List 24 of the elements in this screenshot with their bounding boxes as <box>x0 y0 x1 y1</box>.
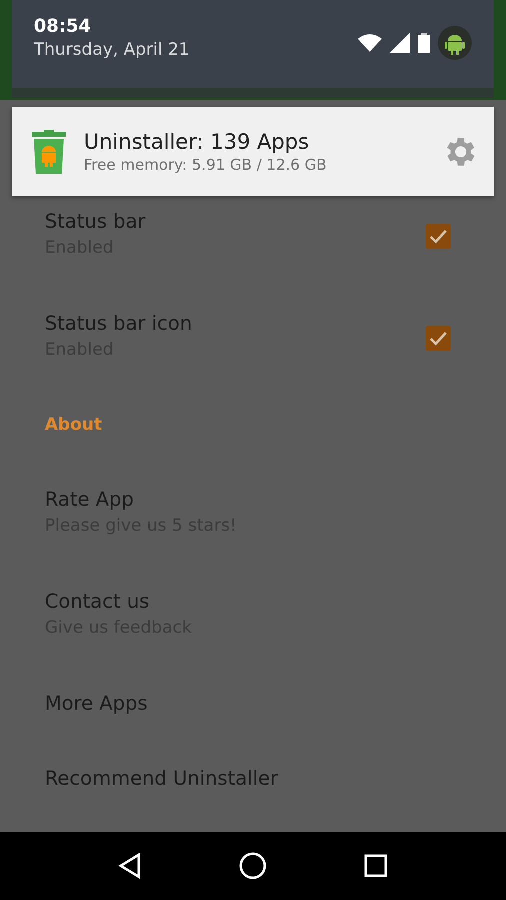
date-text: Thursday, April 21 <box>34 39 190 62</box>
android-avatar-icon[interactable] <box>438 26 472 60</box>
settings-row[interactable]: Recommend Uninstaller <box>0 753 506 828</box>
notification-card[interactable]: Uninstaller: 139 Apps Free memory: 5.91 GB / 12.6 GB <box>12 107 494 196</box>
setting-title: More Apps <box>45 692 148 716</box>
notification-title: Uninstaller: 139 Apps <box>84 128 310 154</box>
setting-title: Rate App <box>45 488 136 512</box>
setting-title: Status bar <box>45 210 146 234</box>
signal-icon <box>390 33 410 53</box>
section-header: About <box>45 414 102 436</box>
checkbox[interactable] <box>426 224 451 249</box>
clock-time: 08:54 <box>34 16 92 38</box>
back-icon[interactable] <box>118 853 142 879</box>
settings-row[interactable]: More Apps <box>0 678 506 753</box>
trash-can-icon <box>32 130 66 174</box>
recents-icon[interactable] <box>364 854 388 878</box>
setting-title: Recommend Uninstaller <box>45 767 278 791</box>
setting-title: Status bar icon <box>45 312 192 336</box>
checkbox[interactable] <box>426 326 451 351</box>
battery-icon <box>418 33 430 53</box>
home-icon[interactable] <box>238 852 267 880</box>
setting-title: Contact us <box>45 590 151 614</box>
notification-subtitle: Free memory: 5.91 GB / 12.6 GB <box>84 154 328 174</box>
wifi-icon <box>358 34 382 52</box>
